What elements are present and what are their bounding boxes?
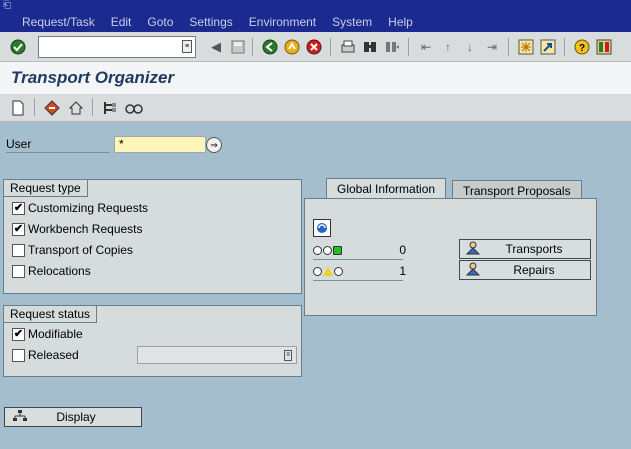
title-bar: Transport Organizer [0, 62, 631, 94]
menu-settings[interactable]: Settings [189, 14, 232, 30]
display-button-label: Display [56, 410, 96, 424]
enter-icon[interactable] [8, 37, 28, 57]
row-underline [313, 259, 403, 260]
display-glasses-icon[interactable] [124, 98, 144, 118]
menu-edit[interactable]: Edit [111, 14, 132, 30]
light-red-icon [313, 266, 322, 276]
checkbox-label: Released [28, 348, 79, 362]
toolbar-separator [34, 98, 35, 116]
light-green-icon [334, 266, 343, 276]
person-icon [460, 262, 486, 279]
application-toolbar [0, 94, 631, 122]
find-icon[interactable] [360, 37, 380, 57]
released-date-field[interactable]: ≡ [137, 346, 297, 364]
create-session-icon[interactable] [516, 37, 536, 57]
repairs-count: 1 [399, 264, 406, 278]
checkbox-relocations[interactable]: Relocations [12, 263, 91, 279]
request-status-title: Request status [3, 305, 98, 323]
system-menu-icon[interactable]: ⎗ [3, 1, 17, 11]
repairs-button[interactable]: Repairs [459, 260, 591, 280]
transports-button-label: Transports [505, 242, 563, 256]
tab-global-information[interactable]: Global Information [326, 178, 447, 200]
status-lights-repairs [313, 262, 344, 280]
menu-list: Request/Task Edit Goto Settings Environm… [22, 14, 429, 30]
light-yellow-triangle-icon [323, 266, 333, 276]
display-button[interactable]: Display [4, 407, 142, 427]
change-display-icon[interactable] [42, 98, 62, 118]
transports-button[interactable]: Transports [459, 239, 591, 259]
checkbox-label: Modifiable [28, 327, 83, 341]
next-page-icon[interactable]: ↓ [460, 37, 480, 57]
menu-bar: ⎗ Request/Task Edit Goto Settings Enviro… [0, 0, 631, 32]
print-icon[interactable] [338, 37, 358, 57]
prev-page-icon[interactable]: ↑ [438, 37, 458, 57]
refresh-icon[interactable] [313, 219, 331, 237]
toolbar-separator [252, 38, 253, 56]
toolbar-separator [508, 38, 509, 56]
help-icon[interactable]: ? [572, 37, 592, 57]
request-status-group: Request status ✔ Modifiable Released ≡ [3, 305, 302, 377]
dropdown-icon[interactable]: ≡ [284, 350, 292, 361]
hierarchy-icon[interactable] [100, 98, 120, 118]
repairs-button-label: Repairs [513, 263, 555, 277]
light-yellow-icon [323, 245, 332, 255]
transport-icon[interactable] [66, 98, 86, 118]
info-tabstrip: Global Information Transport Proposals 0… [304, 178, 597, 316]
command-field[interactable]: ≡ [38, 36, 196, 58]
checkbox-box[interactable] [12, 243, 25, 257]
svg-text:?: ? [579, 43, 585, 54]
layout-menu-icon[interactable] [594, 37, 614, 57]
collapse-left-icon[interactable]: ◀ [206, 37, 226, 57]
checkbox-box[interactable]: ✔ [12, 327, 25, 341]
user-label: User [6, 137, 110, 153]
tab-content: 0 Transports 1 Repairs [304, 198, 597, 316]
multiple-selection-icon[interactable]: ⇒ [206, 137, 222, 153]
request-type-title: Request type [3, 179, 88, 197]
checkbox-workbench-requests[interactable]: ✔ Workbench Requests [12, 221, 143, 237]
checkbox-box[interactable]: ✔ [12, 222, 25, 236]
checkbox-label: Relocations [28, 264, 91, 278]
menu-environment[interactable]: Environment [249, 14, 316, 30]
hierarchy-tree-icon [5, 409, 35, 425]
checkbox-label: Customizing Requests [28, 201, 149, 215]
standard-toolbar: ≡ ◀ ⇤ ↑ ↓ ⇥ ? [0, 32, 631, 62]
checkbox-box[interactable] [12, 264, 25, 278]
light-green-icon [333, 245, 342, 255]
row-underline [313, 280, 403, 281]
page-title: Transport Organizer [11, 68, 175, 87]
exit-icon[interactable] [282, 37, 302, 57]
first-page-icon[interactable]: ⇤ [416, 37, 436, 57]
checkbox-transport-of-copies[interactable]: Transport of Copies [12, 242, 133, 258]
cancel-icon[interactable] [304, 37, 324, 57]
back-icon[interactable] [260, 37, 280, 57]
checkbox-label: Transport of Copies [28, 243, 133, 257]
menu-system[interactable]: System [332, 14, 372, 30]
save-icon[interactable] [228, 37, 248, 57]
toolbar-separator [564, 38, 565, 56]
menu-help[interactable]: Help [388, 14, 413, 30]
tab-transport-proposals[interactable]: Transport Proposals [452, 180, 582, 200]
checkbox-box[interactable] [12, 348, 25, 362]
user-input[interactable]: * [114, 136, 206, 153]
last-page-icon[interactable]: ⇥ [482, 37, 502, 57]
checkbox-label: Workbench Requests [28, 222, 143, 236]
toolbar-separator [408, 38, 409, 56]
toolbar-separator [330, 38, 331, 56]
toolbar-separator [92, 98, 93, 116]
checkbox-modifiable[interactable]: ✔ Modifiable [12, 326, 83, 342]
checkbox-box[interactable]: ✔ [12, 201, 25, 215]
checkbox-customizing-requests[interactable]: ✔ Customizing Requests [12, 200, 148, 216]
shortcut-icon[interactable] [538, 37, 558, 57]
checkbox-released[interactable]: Released [12, 347, 79, 363]
create-icon[interactable] [8, 98, 28, 118]
menu-request-task[interactable]: Request/Task [22, 14, 95, 30]
command-history-icon[interactable]: ≡ [182, 40, 192, 53]
light-red-icon [313, 245, 322, 255]
person-icon [460, 241, 486, 258]
status-lights-transports [313, 241, 343, 259]
menu-goto[interactable]: Goto [147, 14, 173, 30]
find-next-icon[interactable] [382, 37, 402, 57]
request-type-group: Request type ✔ Customizing Requests ✔ Wo… [3, 179, 302, 294]
transports-count: 0 [399, 243, 406, 257]
